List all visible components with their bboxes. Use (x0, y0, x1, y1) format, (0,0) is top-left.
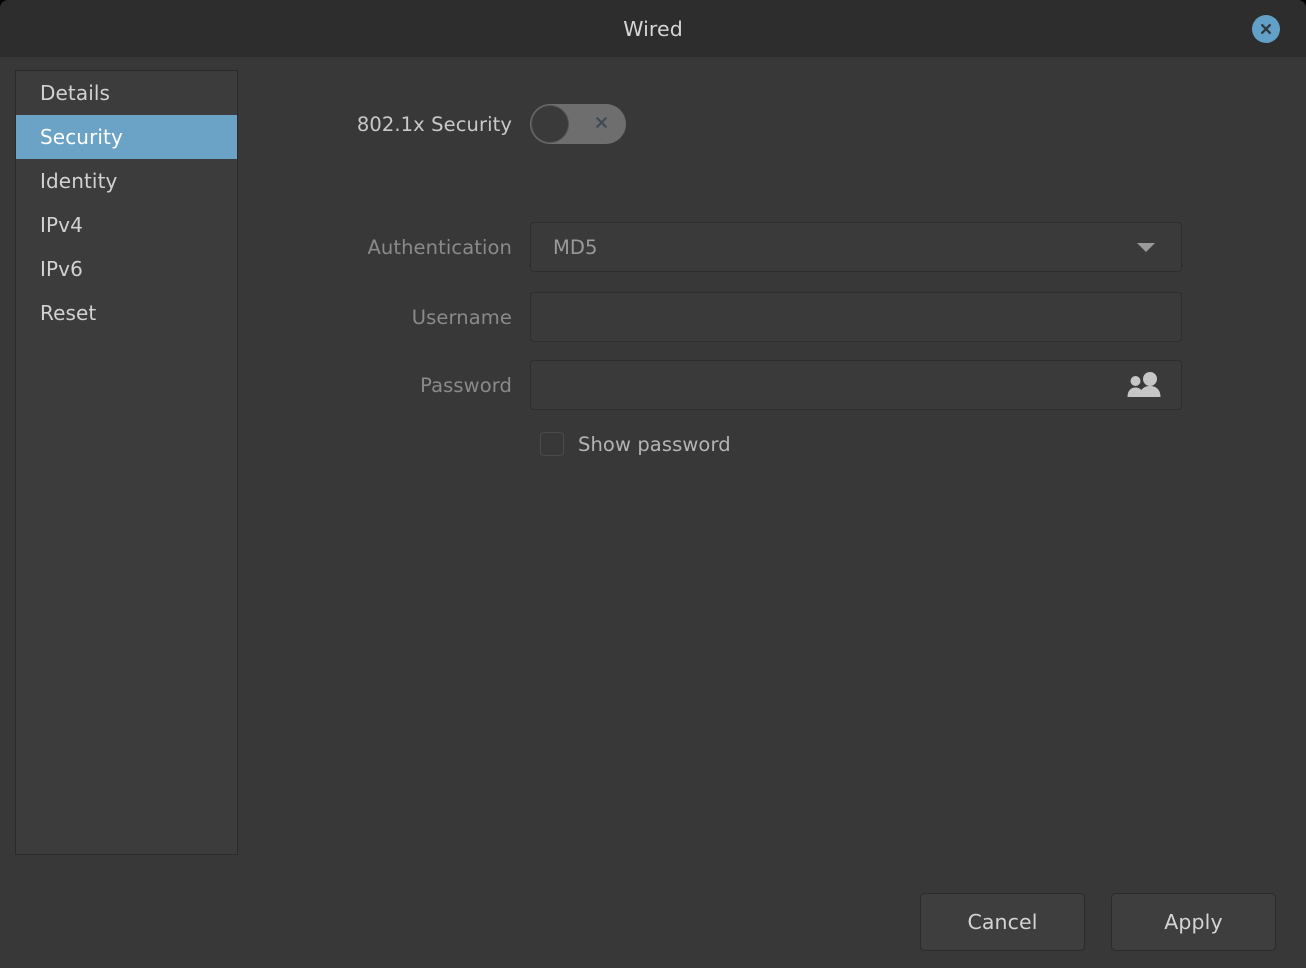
authentication-label: Authentication (340, 236, 530, 259)
password-row: Password (340, 360, 1182, 410)
chevron-down-icon (1135, 240, 1157, 254)
dialog-body: Details Security Identity IPv4 IPv6 Rese… (0, 57, 1306, 968)
show-password-label[interactable]: Show password (578, 433, 731, 456)
security-toggle-row: 802.1x Security (340, 104, 626, 144)
sidebar-item-label: Reset (40, 301, 96, 325)
dialog-action-bar: Cancel Apply (920, 893, 1276, 951)
username-value (553, 317, 1167, 318)
authentication-value: MD5 (553, 236, 1135, 259)
sidebar-item-label: IPv6 (40, 257, 83, 281)
sidebar-item-reset[interactable]: Reset (16, 291, 237, 335)
sidebar-item-label: Security (40, 125, 123, 149)
titlebar: Wired (0, 0, 1306, 57)
page-title: Wired (623, 17, 683, 41)
apply-button[interactable]: Apply (1111, 893, 1276, 951)
sidebar-item-label: IPv4 (40, 213, 83, 237)
sidebar-item-identity[interactable]: Identity (16, 159, 237, 203)
security-toggle-label: 802.1x Security (340, 113, 530, 136)
wired-network-settings-dialog: Wired Details Security Identity IPv4 IPv… (0, 0, 1306, 968)
toggle-off-x-icon (594, 115, 609, 133)
close-icon (1258, 21, 1274, 37)
close-button[interactable] (1252, 15, 1280, 43)
settings-sidebar: Details Security Identity IPv4 IPv6 Rese… (15, 70, 238, 855)
authentication-dropdown[interactable]: MD5 (530, 222, 1182, 272)
cancel-button[interactable]: Cancel (920, 893, 1085, 951)
sidebar-item-details[interactable]: Details (16, 71, 237, 115)
sidebar-item-security[interactable]: Security (16, 115, 237, 159)
password-input[interactable] (530, 360, 1182, 410)
password-label: Password (340, 374, 530, 397)
show-password-checkbox[interactable] (540, 432, 564, 456)
username-row: Username (340, 292, 1182, 342)
show-password-row: Show password (540, 432, 731, 456)
username-label: Username (340, 306, 530, 329)
sidebar-item-ipv6[interactable]: IPv6 (16, 247, 237, 291)
toggle-knob (532, 106, 568, 142)
password-value (553, 385, 1127, 386)
sidebar-item-ipv4[interactable]: IPv4 (16, 203, 237, 247)
sidebar-item-label: Identity (40, 169, 117, 193)
authentication-row: Authentication MD5 (340, 222, 1182, 272)
sidebar-item-label: Details (40, 81, 110, 105)
security-toggle-switch[interactable] (530, 104, 626, 144)
users-icon[interactable] (1127, 372, 1161, 398)
username-input[interactable] (530, 292, 1182, 342)
